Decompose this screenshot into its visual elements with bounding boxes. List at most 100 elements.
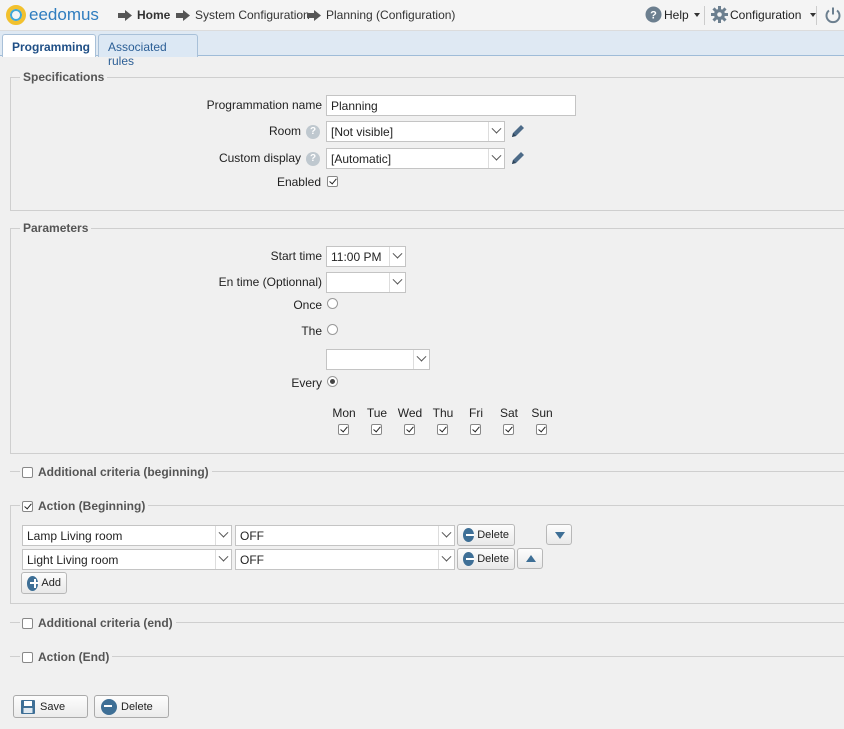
additional-criteria-beginning-header[interactable]: Additional criteria (beginning) xyxy=(20,465,212,479)
room-select[interactable]: [Not visible] xyxy=(326,121,505,142)
custom-display-select[interactable]: [Automatic] xyxy=(326,148,505,169)
minus-circle-icon xyxy=(463,528,475,542)
once-label: Once xyxy=(293,298,322,312)
parameters-legend: Parameters xyxy=(20,221,92,235)
day-checkbox-sat[interactable] xyxy=(503,424,514,435)
arrow-right-icon xyxy=(307,9,321,21)
date-select[interactable] xyxy=(326,349,430,370)
action-beginning-header[interactable]: Action (Beginning) xyxy=(20,499,149,513)
top-bar: eedomus Home System Configuration Planni… xyxy=(0,0,844,31)
dropdown-button[interactable] xyxy=(488,149,504,168)
chevron-down-icon xyxy=(218,527,229,538)
programmation-name-label: Programmation name xyxy=(206,98,322,112)
start-time-select[interactable]: 11:00 PM xyxy=(326,246,406,267)
the-label: The xyxy=(301,324,322,338)
help-menu[interactable]: ? Help xyxy=(645,6,700,23)
dropdown-button[interactable] xyxy=(488,122,504,141)
start-time-label: Start time xyxy=(270,249,322,263)
the-radio[interactable] xyxy=(327,324,338,335)
tab-programming[interactable]: Programming xyxy=(2,34,96,57)
every-label: Every xyxy=(291,376,322,390)
end-time-label: En time (Optionnal) xyxy=(218,275,322,289)
help-icon[interactable]: ? xyxy=(306,152,320,166)
divider xyxy=(10,656,844,657)
custom-display-label: Custom display xyxy=(218,151,301,165)
minus-circle-icon xyxy=(463,552,475,566)
day-label-sat: Sat xyxy=(499,406,518,420)
once-radio[interactable] xyxy=(327,298,338,309)
additional-criteria-end-checkbox[interactable] xyxy=(22,617,33,629)
day-checkbox-sun[interactable] xyxy=(536,424,547,435)
action-device-select[interactable]: Lamp Living room xyxy=(22,525,232,546)
end-time-select[interactable] xyxy=(326,272,406,293)
gear-icon xyxy=(711,6,728,23)
chevron-down-icon xyxy=(392,248,403,259)
day-checkbox-wed[interactable] xyxy=(404,424,415,435)
dropdown-button[interactable] xyxy=(413,350,429,369)
delete-button[interactable]: Delete xyxy=(94,695,169,718)
enabled-label: Enabled xyxy=(276,175,321,189)
power-button[interactable] xyxy=(824,6,842,24)
dropdown-button[interactable] xyxy=(438,550,454,569)
tab-bar: Programming Associated rules xyxy=(0,31,844,68)
triangle-up-icon xyxy=(526,555,536,562)
specifications-legend: Specifications xyxy=(20,70,108,84)
plus-circle-icon xyxy=(27,575,40,591)
additional-criteria-beginning-checkbox[interactable] xyxy=(22,466,33,478)
breadcrumb-system-configuration[interactable]: System Configuration xyxy=(176,8,310,22)
arrow-right-icon xyxy=(176,9,190,21)
day-label-wed: Wed xyxy=(397,406,423,420)
day-checkbox-fri[interactable] xyxy=(470,424,481,435)
dropdown-button[interactable] xyxy=(215,550,231,569)
arrow-right-icon xyxy=(118,9,132,21)
dropdown-button[interactable] xyxy=(389,273,405,292)
caret-down-icon xyxy=(693,12,700,17)
chevron-down-icon xyxy=(416,351,427,362)
additional-criteria-end-header[interactable]: Additional criteria (end) xyxy=(20,616,176,630)
logo-icon xyxy=(6,5,26,25)
divider xyxy=(816,6,817,25)
action-beginning-checkbox[interactable] xyxy=(22,500,33,512)
divider xyxy=(704,6,705,25)
help-circle-icon: ? xyxy=(645,6,662,23)
help-icon[interactable]: ? xyxy=(306,125,320,139)
logo-text: eedomus xyxy=(29,5,99,24)
add-action-button[interactable]: Add xyxy=(21,572,67,594)
chevron-down-icon xyxy=(491,150,502,161)
enabled-checkbox[interactable] xyxy=(327,176,338,187)
parameters-fieldset: Parameters xyxy=(10,221,844,454)
day-checkbox-tue[interactable] xyxy=(371,424,382,435)
action-value-select[interactable]: OFF xyxy=(235,549,455,570)
configuration-menu[interactable]: Configuration xyxy=(711,6,817,23)
minus-circle-icon xyxy=(101,698,117,715)
tab-associated-rules[interactable]: Associated rules xyxy=(98,34,198,68)
edit-room-icon[interactable] xyxy=(510,123,526,139)
chevron-down-icon xyxy=(392,274,403,285)
dropdown-button[interactable] xyxy=(215,526,231,545)
action-value-select[interactable]: OFF xyxy=(235,525,455,546)
breadcrumb-home[interactable]: Home xyxy=(118,8,170,22)
day-label-thu: Thu xyxy=(432,406,454,420)
day-label-mon: Mon xyxy=(332,406,356,420)
dropdown-button[interactable] xyxy=(438,526,454,545)
logo[interactable]: eedomus xyxy=(6,5,99,25)
action-end-header[interactable]: Action (End) xyxy=(20,650,113,664)
delete-action-button[interactable]: Delete xyxy=(457,524,515,546)
action-end-checkbox[interactable] xyxy=(22,651,33,663)
move-up-button[interactable] xyxy=(517,548,543,569)
breadcrumb-planning[interactable]: Planning (Configuration) xyxy=(307,8,455,22)
action-device-select[interactable]: Light Living room xyxy=(22,549,232,570)
room-label: Room xyxy=(268,124,301,138)
every-radio[interactable] xyxy=(327,376,338,387)
programmation-name-input[interactable] xyxy=(326,95,576,116)
dropdown-button[interactable] xyxy=(389,247,405,266)
day-checkbox-mon[interactable] xyxy=(338,424,349,435)
power-icon xyxy=(825,7,841,24)
chevron-down-icon xyxy=(441,551,452,562)
save-button[interactable]: Save xyxy=(13,695,88,718)
day-checkbox-thu[interactable] xyxy=(437,424,448,435)
delete-action-button[interactable]: Delete xyxy=(457,548,515,570)
edit-display-icon[interactable] xyxy=(510,150,526,166)
move-down-button[interactable] xyxy=(546,524,572,545)
day-label-sun: Sun xyxy=(531,406,553,420)
